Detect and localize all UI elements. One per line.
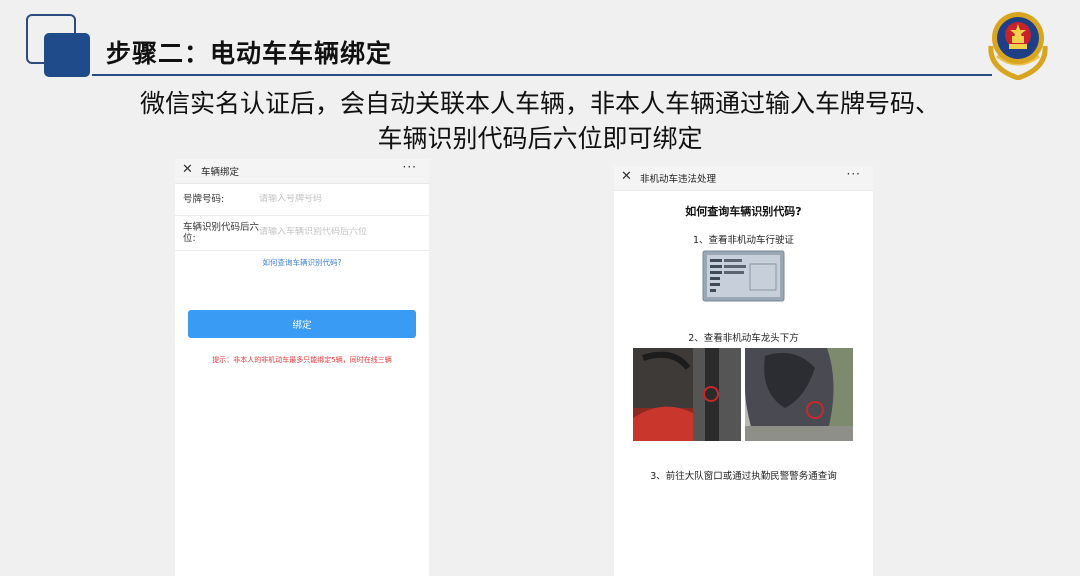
help-link[interactable]: 如何查询车辆识别代码? [175,257,429,268]
more-icon[interactable]: ··· [403,160,417,174]
vin-label: 车辆识别代码后六位: [183,222,260,244]
help-step-1: 1、查看非机动车行驶证 [692,235,795,246]
vin-input[interactable] [259,227,419,237]
slide-subtitle: 微信实名认证后，会自动关联本人车辆，非本人车辆通过输入车牌号码、 车辆识别代码后… [60,86,1020,156]
more-icon[interactable]: ··· [847,167,861,181]
title-underline [92,74,992,76]
vin-row: 车辆识别代码后六位: [175,216,429,251]
binding-tip: 提示：非本人的非机动车最多只能绑定5辆，同时在线三辆 [212,356,392,364]
help-step-3: 3、前往大队窗口或通过执勤民警警务通查询 [650,471,837,482]
binding-header-title: 车辆绑定 [201,167,240,178]
vin-help-screen: ✕ 非机动车违法处理 ··· 如何查询车辆识别代码? 1、查看非机动车行驶证 2… [614,166,873,576]
police-emblem-icon [988,12,1048,80]
slide-title: 步骤二：电动车车辆绑定 [106,39,393,68]
subtitle-line-2: 车辆识别代码后六位即可绑定 [377,124,703,153]
vehicle-binding-screen: ✕ 车辆绑定 ··· 号牌号码: 车辆识别代码后六位: 如何查询车辆识别代码? … [175,159,429,576]
title-deco-square [44,33,90,77]
subtitle-line-1: 微信实名认证后，会自动关联本人车辆，非本人车辆通过输入车牌号码、 [139,89,940,118]
help-question: 如何查询车辆识别代码? [685,205,802,218]
binding-topbar: ✕ 车辆绑定 ··· [175,159,429,184]
close-icon[interactable]: ✕ [621,169,632,184]
help-header-title: 非机动车违法处理 [640,174,717,185]
bind-button[interactable]: 绑定 [188,310,416,338]
handlebar-photo-2 [745,348,853,441]
handlebar-photo-1 [633,348,741,441]
plate-label: 号牌号码: [183,194,225,205]
help-topbar: ✕ 非机动车违法处理 ··· [614,166,873,191]
plate-row: 号牌号码: [175,184,429,216]
help-step-2: 2、查看非机动车龙头下方 [688,333,799,344]
plate-input[interactable] [259,194,419,204]
license-card-image [702,250,785,302]
close-icon[interactable]: ✕ [182,162,193,177]
